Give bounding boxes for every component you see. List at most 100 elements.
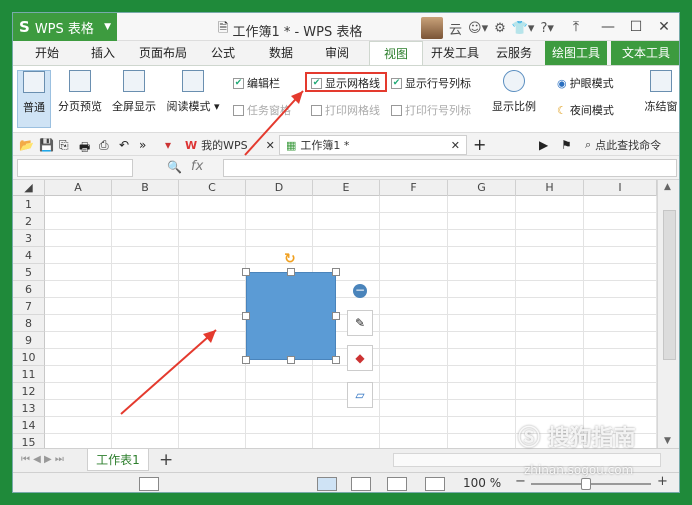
tab-workbook1[interactable]: ▦ 工作簿1 * ✕ (279, 135, 467, 155)
tab-start[interactable]: 开始 (27, 41, 67, 65)
tab-drawing-tools[interactable]: 绘图工具 (545, 41, 607, 65)
undo-icon[interactable]: ↶ (119, 138, 133, 152)
page-break-label: 分页预览 (58, 100, 102, 113)
tab-text-tools[interactable]: 文本工具 (611, 41, 679, 65)
open-folder-icon[interactable]: 📂 (19, 138, 34, 152)
magnifier-icon (503, 70, 525, 92)
title-bar: S WPS 表格 ▼ 🗎 工作簿1 * - WPS 表格 云 ☺▾ ⚙ 👕▾ ?… (13, 13, 679, 41)
tab-my-wps[interactable]: W 我的WPS ✕ (185, 135, 275, 155)
moon-icon: ☾ (557, 103, 567, 117)
add-sheet-icon[interactable]: + (159, 450, 173, 470)
wps-logo-icon: S (19, 18, 30, 36)
night-mode-button[interactable]: ☾ 夜间模式 (557, 102, 614, 118)
user-label[interactable]: 云 (449, 19, 462, 38)
formula-bar-checkbox[interactable]: ✔ 编辑栏 (233, 75, 280, 91)
reading-status-icon[interactable] (425, 477, 445, 491)
share-icon[interactable]: ▶ (539, 138, 553, 152)
smile-icon[interactable]: ☺▾ (468, 21, 488, 36)
print-preview-icon[interactable]: ⎙ (99, 138, 113, 152)
close-tab-icon[interactable]: ✕ (451, 139, 460, 152)
chevron-down-icon: ▼ (104, 22, 111, 32)
reading-mode-button[interactable]: 阅读模式 ▾ (163, 70, 223, 114)
print-gridlines-checkbox[interactable]: 打印网格线 (311, 102, 380, 118)
show-headings-checkbox[interactable]: ✔ 显示行号列标 (391, 75, 471, 91)
show-headings-label: 显示行号列标 (405, 77, 471, 90)
name-box[interactable] (17, 159, 133, 177)
tab-page-layout[interactable]: 页面布局 (135, 41, 191, 65)
sheet-tab-1[interactable]: 工作表1 (87, 449, 149, 471)
formula-bar: 🔍 fx (13, 156, 679, 180)
close-button[interactable]: ✕ (649, 13, 679, 41)
fullscreen-icon (123, 70, 145, 92)
reading-mode-icon (182, 70, 204, 92)
arrow-line (120, 329, 217, 415)
save-icon[interactable]: 💾 (39, 138, 54, 152)
tab-formula[interactable]: 公式 (203, 41, 243, 65)
export-pdf-icon[interactable]: ⎘ (59, 138, 73, 152)
task-pane-checkbox[interactable]: 任务窗格 (233, 102, 291, 118)
window-title: 🗎 工作簿1 * - WPS 表格 (218, 19, 362, 41)
print-headings-checkbox[interactable]: 打印行号列标 (391, 102, 471, 118)
tab-view[interactable]: 视图 (369, 41, 423, 65)
tab-review[interactable]: 审阅 (317, 41, 357, 65)
vertical-scrollbar[interactable]: ▲ ▼ (657, 180, 679, 448)
print-headings-label: 打印行号列标 (405, 104, 471, 117)
sogou-logo-icon: Ⓢ (518, 426, 541, 451)
find-command-search[interactable]: ⌕ 点此查找命令 (585, 135, 661, 155)
app-name: WPS 表格 (34, 21, 94, 37)
shirt-icon[interactable]: 👕▾ (512, 21, 535, 36)
fullscreen-button[interactable]: 全屏显示 (109, 70, 159, 114)
checkbox-empty-icon (311, 104, 322, 116)
print-gridlines-label: 打印网格线 (325, 104, 380, 117)
find-command-label: 点此查找命令 (595, 139, 662, 152)
page-break-status-icon[interactable] (387, 477, 407, 491)
pin-icon[interactable]: ⤒ (561, 13, 591, 41)
zoom-slider-knob[interactable] (581, 478, 591, 490)
zoom-in-icon[interactable]: + (657, 474, 668, 489)
customize-icon[interactable]: ▾ (165, 138, 179, 152)
sheet-nav-icons[interactable]: ⏮ ◀ ▶ ⏭ (21, 454, 64, 465)
settings-icon[interactable]: ⚙ (494, 21, 506, 36)
minimize-button[interactable]: — (593, 13, 623, 41)
zoom-magnifier-icon[interactable]: 🔍 (167, 160, 182, 174)
document-title-text: 工作簿1 * - WPS 表格 (232, 24, 363, 40)
fx-icon[interactable]: fx (191, 159, 203, 174)
eye-mode-button[interactable]: ◉ 护眼模式 (557, 75, 614, 91)
scroll-down-icon[interactable]: ▼ (664, 436, 671, 446)
document-icon: 🗎 (218, 21, 229, 36)
freeze-panes-button[interactable]: 冻结窗 (641, 70, 679, 114)
tab-data[interactable]: 数据 (261, 41, 301, 65)
normal-view-button[interactable]: 普通 (17, 70, 51, 128)
more-icon[interactable]: » (139, 138, 153, 152)
flag-icon[interactable]: ⚑ (561, 138, 575, 152)
night-mode-label: 夜间模式 (569, 104, 614, 117)
menu-bar: 开始 插入 页面布局 公式 数据 审阅 视图 开发工具 云服务 绘图工具 文本工… (13, 41, 679, 65)
zoom-slider-track[interactable] (531, 483, 651, 485)
normal-view-status-icon[interactable] (317, 477, 337, 491)
avatar[interactable] (421, 17, 443, 39)
app-menu-button[interactable]: S WPS 表格 ▼ (13, 13, 117, 41)
page-break-preview-button[interactable]: 分页预览 (55, 70, 105, 114)
macro-record-icon[interactable] (139, 477, 159, 491)
maximize-button[interactable]: ☐ (621, 13, 651, 41)
tab-insert[interactable]: 插入 (83, 41, 123, 65)
print-icon[interactable]: 🖶 (79, 138, 93, 154)
normal-view-label: 普通 (23, 101, 45, 114)
close-tab-icon[interactable]: ✕ (266, 139, 275, 152)
spreadsheet-grid[interactable]: ◢ A B C D E F G H I 1 2 3 4 5 6 7 8 9 10 11 12 13 14 1… (13, 180, 657, 448)
layout-view-status-icon[interactable] (351, 477, 371, 491)
tab-cloud[interactable]: 云服务 (491, 41, 537, 65)
eye-icon: ◉ (557, 76, 567, 90)
checkbox-empty-icon (233, 104, 244, 116)
my-wps-label: 我的WPS (201, 139, 248, 152)
freeze-label: 冻结窗 (644, 100, 678, 113)
task-pane-label: 任务窗格 (247, 104, 291, 117)
scroll-up-icon[interactable]: ▲ (664, 182, 671, 192)
tab-developer[interactable]: 开发工具 (427, 41, 483, 65)
scroll-thumb[interactable] (663, 210, 676, 360)
help-icon[interactable]: ?▾ (540, 21, 553, 36)
add-tab-icon[interactable]: + (473, 135, 487, 154)
zoom-button[interactable]: 显示比例 (487, 70, 541, 114)
formula-input[interactable] (223, 159, 677, 177)
zoom-level: 100 % (463, 476, 502, 490)
